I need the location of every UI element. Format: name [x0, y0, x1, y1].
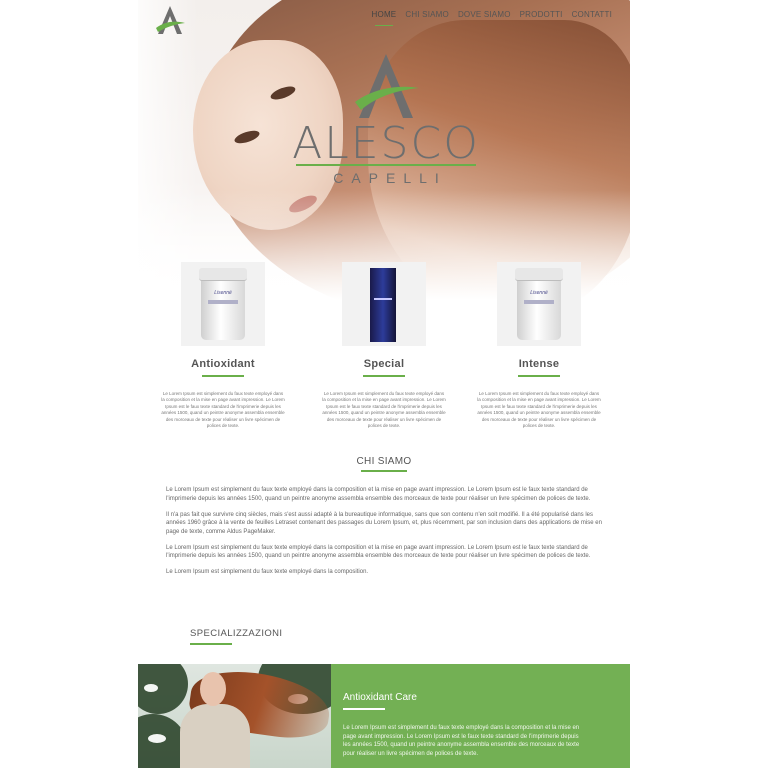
jar-label: Lisenné	[214, 290, 232, 296]
about-title: CHI SIAMO	[356, 456, 412, 467]
specializations-divider	[190, 643, 232, 645]
product-image[interactable]	[342, 262, 426, 346]
photo-model-face	[200, 672, 226, 706]
about-paragraph: Le Lorem Ipsum est simplement du faux te…	[166, 544, 591, 560]
nav-home[interactable]: HOME	[372, 10, 397, 26]
specialization-card[interactable]: Antioxidant Care Le Lorem Ipsum est simp…	[331, 664, 630, 768]
product-jar: Lisenné	[515, 268, 563, 340]
brand-subtitle: CAPELLI	[333, 169, 447, 186]
product-title[interactable]: Antioxidant	[143, 358, 303, 370]
specializations-title: SPECIALIZZAZIONI	[190, 628, 283, 639]
hero-banner: HOME CHI SIAMO DOVE SIAMO PRODOTTI CONTA…	[138, 0, 630, 300]
brand-name: ALESCO	[292, 118, 480, 169]
product-jar: Lisenné	[199, 268, 247, 340]
jar-label-bar	[524, 300, 554, 304]
product-card-intense[interactable]: Lisenné Intense Le Lorem Ipsum est simpl…	[459, 262, 619, 430]
about-body: Le Lorem Ipsum est simplement du faux te…	[166, 486, 602, 584]
about-divider	[361, 470, 407, 472]
about-paragraph: Le Lorem Ipsum est simplement du faux te…	[166, 487, 591, 502]
main-nav: HOME CHI SIAMO DOVE SIAMO PRODOTTI CONTA…	[372, 10, 612, 26]
product-description: Le Lorem Ipsum est simplement du faux te…	[161, 390, 285, 429]
product-description: Le Lorem Ipsum est simplement du faux te…	[322, 390, 446, 429]
photo-model-body	[180, 704, 250, 768]
about-paragraph: Il n'a pas fait que survivre cinq siècle…	[166, 511, 602, 535]
product-divider	[202, 375, 244, 377]
nav-contatti[interactable]: CONTATTI	[572, 10, 612, 23]
photo-snow	[148, 734, 166, 743]
specialization-card-text: Le Lorem Ipsum est simplement du faux te…	[343, 725, 580, 757]
product-image[interactable]: Lisenné	[181, 262, 265, 346]
page: HOME CHI SIAMO DOVE SIAMO PRODOTTI CONTA…	[138, 0, 630, 768]
product-description: Le Lorem Ipsum est simplement du faux te…	[477, 390, 601, 429]
product-card-antioxidant[interactable]: Lisenné Antioxidant Le Lorem Ipsum est s…	[143, 262, 303, 430]
nav-chi-siamo[interactable]: CHI SIAMO	[405, 10, 449, 23]
brand-mark-icon	[355, 54, 419, 118]
product-title[interactable]: Special	[304, 358, 464, 370]
product-image[interactable]: Lisenné	[497, 262, 581, 346]
product-bottle	[370, 268, 396, 342]
photo-snow	[144, 684, 158, 692]
product-card-special[interactable]: Special Le Lorem Ipsum est simplement du…	[304, 262, 464, 430]
nav-dove-siamo[interactable]: DOVE SIAMO	[458, 10, 511, 23]
brand-logo: ALESCO CAPELLI	[286, 52, 486, 186]
about-paragraph: Le Lorem Ipsum est simplement du faux te…	[166, 569, 369, 575]
product-divider	[518, 375, 560, 377]
product-divider	[363, 375, 405, 377]
specialization-card-divider	[343, 708, 385, 710]
jar-label: Lisenné	[530, 290, 548, 296]
product-title[interactable]: Intense	[459, 358, 619, 370]
specialization-photo	[138, 664, 331, 768]
corner-logo-icon[interactable]	[154, 4, 186, 38]
nav-prodotti[interactable]: PRODOTTI	[520, 10, 563, 23]
jar-label-bar	[208, 300, 238, 304]
specialization-card-title[interactable]: Antioxidant Care	[343, 692, 417, 703]
